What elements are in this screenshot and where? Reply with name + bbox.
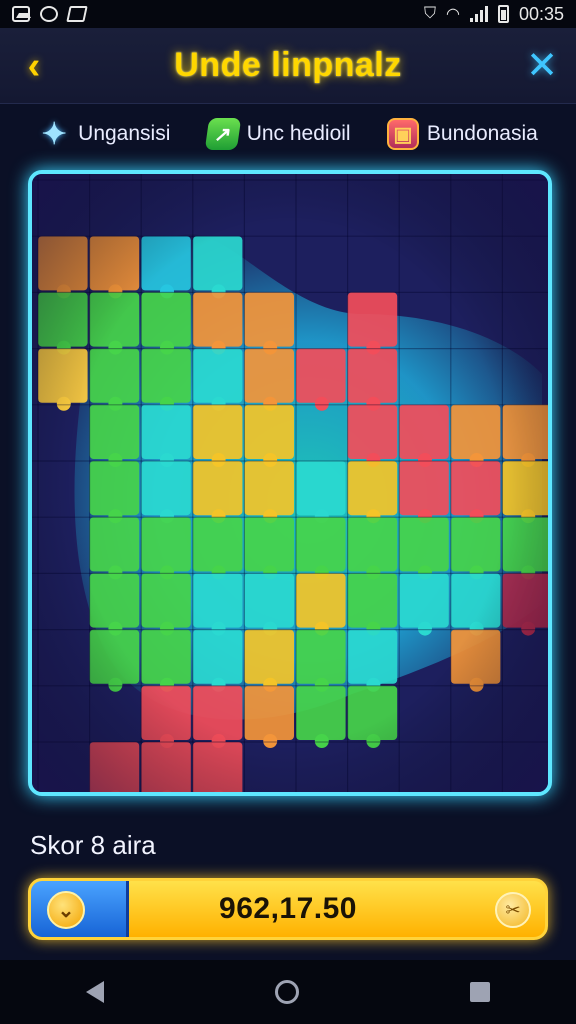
nav-back-icon[interactable]: [85, 981, 104, 1003]
score-value: 962,17.50: [219, 892, 357, 925]
nav-home-icon[interactable]: [274, 980, 299, 1004]
category-label: Bundonasia: [426, 122, 538, 145]
sparkle-star-icon: ✦: [41, 117, 67, 151]
green-shield-icon: ↗: [204, 118, 241, 150]
category-tab-1[interactable]: ✦ Ungansisi: [38, 117, 171, 151]
nav-recents-icon[interactable]: [470, 982, 491, 1002]
category-label: Ungansisi: [78, 122, 171, 145]
status-bar: ⛉ ◠ 00:35: [0, 0, 576, 28]
battery-icon: [497, 5, 509, 23]
data-saver-icon: ⛉: [423, 5, 436, 22]
category-row: ✦ Ungansisi ↗ Unc hedioil ▣ Bundonasia: [0, 108, 576, 160]
chevron-left-icon: ‹: [27, 45, 41, 87]
photo-notification-icon: [12, 6, 31, 22]
bonus-coin-icon[interactable]: ✂: [495, 892, 531, 928]
puzzle-board[interactable]: [28, 170, 552, 796]
system-indicators: ⛉ ◠ 00:35: [424, 4, 564, 25]
puzzle-grid[interactable]: [32, 174, 548, 792]
app-header: ‹ Unde linpnalz ✕: [0, 28, 576, 104]
close-icon: ✕: [526, 45, 558, 87]
category-label: Unc hedioil: [246, 122, 351, 145]
notification-icons: [12, 6, 88, 22]
status-time: 00:35: [518, 3, 564, 24]
badge-icon: ▣: [386, 118, 419, 150]
message-notification-icon: [40, 6, 58, 22]
close-button[interactable]: ✕: [524, 46, 560, 86]
system-nav-bar: [0, 960, 576, 1024]
score-progress-bar: ⌄ 962,17.50 ✂: [28, 878, 548, 940]
category-tab-3[interactable]: ▣ Bundonasia: [386, 118, 538, 150]
wifi-icon: ◠: [445, 6, 460, 23]
back-button[interactable]: ‹: [16, 46, 52, 86]
category-tab-2[interactable]: ↗ Unc hedioil: [204, 118, 351, 150]
navigation-notification-icon: [66, 6, 88, 22]
page-title: Unde linpnalz: [174, 46, 402, 84]
cellular-signal-icon: [469, 6, 488, 22]
score-label: Skor 8 aira: [30, 830, 156, 860]
